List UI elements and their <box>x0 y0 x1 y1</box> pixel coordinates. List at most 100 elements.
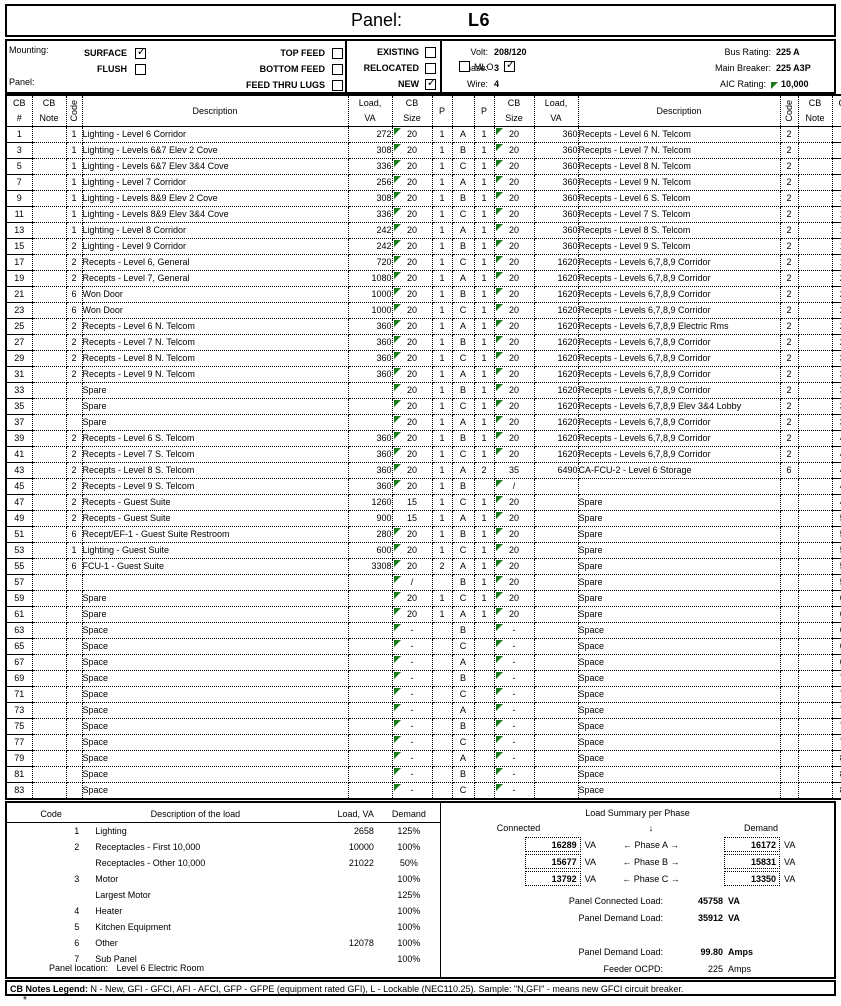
load-code-demand: 125% <box>378 887 440 903</box>
feed-bottom-checkbox[interactable] <box>332 64 343 75</box>
code-right: 2 <box>780 175 798 191</box>
mounting-flush-checkbox[interactable] <box>135 64 146 75</box>
status-option-existing[interactable]: EXISTING <box>351 44 436 60</box>
phase: C <box>452 303 474 319</box>
circuit-row[interactable]: 73Space-A-Space74 <box>6 703 841 719</box>
circuit-row[interactable]: 556FCU-1 - Guest Suite3308202A120Spare56 <box>6 559 841 575</box>
circuit-row[interactable]: 83Space-C-Space84 <box>6 783 841 800</box>
circuit-row[interactable]: 81Space-B-Space82 <box>6 767 841 783</box>
circuit-row[interactable]: 79Space-A-Space80 <box>6 751 841 767</box>
cb-size-left: 20 <box>392 479 432 495</box>
circuit-row[interactable]: 35Spare201C1201620Recepts - Levels 6,7,8… <box>6 399 841 415</box>
cb-size-left: 20 <box>392 127 432 143</box>
cb-note-right <box>798 751 832 767</box>
circuit-row[interactable]: 272Recepts - Level 7 N. Telcom360201B120… <box>6 335 841 351</box>
circuit-row[interactable]: 236Won Door1000201C1201620Recepts - Leve… <box>6 303 841 319</box>
summary-header-connected: Connected <box>441 821 596 836</box>
load-right <box>534 511 578 527</box>
mounting-surface-checkbox[interactable] <box>135 48 146 59</box>
comment-flag-icon <box>496 224 503 231</box>
phase: B <box>452 719 474 735</box>
circuit-row[interactable]: 65Space-C-Space66 <box>6 639 841 655</box>
mounting-option-flush[interactable]: FLUSH <box>49 61 199 77</box>
code-header-code: Code <box>7 806 95 823</box>
circuit-row[interactable]: 516Recept/EF-1 - Guest Suite Restroom280… <box>6 527 841 543</box>
load-left: 360 <box>348 447 392 463</box>
status-existing-checkbox[interactable] <box>425 47 436 58</box>
load-code-body: 1Lighting2658125%2Receptacles - First 10… <box>7 823 440 968</box>
circuit-row[interactable]: 192Recepts - Level 7, General1080201A120… <box>6 271 841 287</box>
panel-total-unit: VA <box>723 896 740 906</box>
cb-note-left <box>32 767 66 783</box>
circuit-row[interactable]: 57/B120Spare58 <box>6 575 841 591</box>
circuit-row[interactable]: 452Recepts - Level 9 S. Telcom360201B/46 <box>6 479 841 495</box>
feed-top-checkbox[interactable] <box>332 48 343 59</box>
circuit-row[interactable]: 531Lighting - Guest Suite600201C120Spare… <box>6 543 841 559</box>
circuit-row[interactable]: 472Recepts - Guest Suite1260151C120Spare… <box>6 495 841 511</box>
circuit-row[interactable]: 131Lighting - Level 8 Corridor242201A120… <box>6 223 841 239</box>
phase-label: ← Phase C → <box>596 874 706 884</box>
circuit-row[interactable]: 51Lighting - Levels 6&7 Elev 3&4 Cove336… <box>6 159 841 175</box>
code-left: 2 <box>66 367 82 383</box>
mounting-option-surface[interactable]: SURFACE <box>49 45 199 61</box>
circuit-row[interactable]: 31Lighting - Levels 6&7 Elev 2 Cove30820… <box>6 143 841 159</box>
circuit-row[interactable]: 252Recepts - Level 6 N. Telcom360201A120… <box>6 319 841 335</box>
main-breaker-checkbox[interactable] <box>504 61 515 72</box>
comment-flag-icon <box>496 528 503 535</box>
cb-note-left <box>32 655 66 671</box>
feed-option-bottom[interactable]: BOTTOM FEED <box>203 61 343 77</box>
cb-size-left: - <box>392 623 432 639</box>
feed-option-thru-lugs[interactable]: FEED THRU LUGS <box>203 77 343 93</box>
circuit-row[interactable]: 11Lighting - Level 6 Corridor272201A1203… <box>6 127 841 143</box>
header-cb-number-left: CB # <box>6 95 32 127</box>
circuit-row[interactable]: 71Lighting - Level 7 Corridor256201A1203… <box>6 175 841 191</box>
circuit-row[interactable]: 216Won Door1000201B1201620Recepts - Leve… <box>6 287 841 303</box>
poles-left: 1 <box>432 527 452 543</box>
circuit-row[interactable]: 77Space-C-Space78 <box>6 735 841 751</box>
circuit-row[interactable]: 111Lighting - Levels 8&9 Elev 3&4 Cove33… <box>6 207 841 223</box>
mounting-block: Mounting: SURFACE FLUSH <box>49 45 199 77</box>
circuit-row[interactable]: 63Space-B-Space64 <box>6 623 841 639</box>
circuit-row[interactable]: 432Recepts - Level 8 S. Telcom360201A235… <box>6 463 841 479</box>
cb-note-left <box>32 367 66 383</box>
circuit-row[interactable]: 152Lighting - Level 9 Corridor242201B120… <box>6 239 841 255</box>
circuit-row[interactable]: 67Space-A-Space68 <box>6 655 841 671</box>
circuit-row[interactable]: 71Space-C-Space72 <box>6 687 841 703</box>
status-relocated-checkbox[interactable] <box>425 63 436 74</box>
mlo-option[interactable]: MLO <box>459 61 494 72</box>
circuit-row[interactable]: 172Recepts - Level 6, General720201C1201… <box>6 255 841 271</box>
panel-total-value: 99.80 <box>663 947 723 957</box>
cb-note-left <box>32 303 66 319</box>
main-breaker-option[interactable] <box>504 61 515 74</box>
feed-thru-lugs-checkbox[interactable] <box>332 80 343 91</box>
feed-option-top[interactable]: TOP FEED <box>203 45 343 61</box>
circuit-row[interactable]: 312Recepts - Level 9 N. Telcom360201A120… <box>6 367 841 383</box>
circuit-row[interactable]: 91Lighting - Levels 8&9 Elev 2 Cove30820… <box>6 191 841 207</box>
description-right: Recepts - Levels 6,7,8,9 Corridor <box>578 335 780 351</box>
poles-right: 1 <box>474 399 494 415</box>
code-right <box>780 783 798 800</box>
circuit-row[interactable]: 492Recepts - Guest Suite900151A120Spare5… <box>6 511 841 527</box>
circuit-row[interactable]: 33Spare201B1201620Recepts - Levels 6,7,8… <box>6 383 841 399</box>
status-option-relocated[interactable]: RELOCATED <box>351 60 436 76</box>
circuit-row[interactable]: 392Recepts - Level 6 S. Telcom360201B120… <box>6 431 841 447</box>
mlo-checkbox[interactable] <box>459 61 470 72</box>
cb-size-right: - <box>494 623 534 639</box>
load-code-number: 6 <box>7 935 95 951</box>
status-new-checkbox[interactable] <box>425 79 436 90</box>
circuit-row[interactable]: 292Recepts - Level 8 N. Telcom360201C120… <box>6 351 841 367</box>
load-right <box>534 687 578 703</box>
circuit-row[interactable]: 61Spare201A120Spare62 <box>6 607 841 623</box>
circuit-row[interactable]: 412Recepts - Level 7 S. Telcom360201C120… <box>6 447 841 463</box>
status-option-new[interactable]: NEW <box>351 76 436 92</box>
phase: A <box>452 127 474 143</box>
header-cbsize-left-line2: Size <box>393 111 432 126</box>
circuit-row[interactable]: 37Spare201A1201620Recepts - Levels 6,7,8… <box>6 415 841 431</box>
description-right: Recepts - Levels 6,7,8,9 Corridor <box>578 383 780 399</box>
circuit-row[interactable]: 59Spare201C120Spare60 <box>6 591 841 607</box>
circuit-row[interactable]: 69Space-B-Space70 <box>6 671 841 687</box>
cb-number-left: 7 <box>6 175 32 191</box>
description-left: Lighting - Levels 8&9 Elev 2 Cove <box>82 191 348 207</box>
circuit-row[interactable]: 75Space-B-Space76 <box>6 719 841 735</box>
header-cbnote-left-line2: Note <box>33 111 66 126</box>
